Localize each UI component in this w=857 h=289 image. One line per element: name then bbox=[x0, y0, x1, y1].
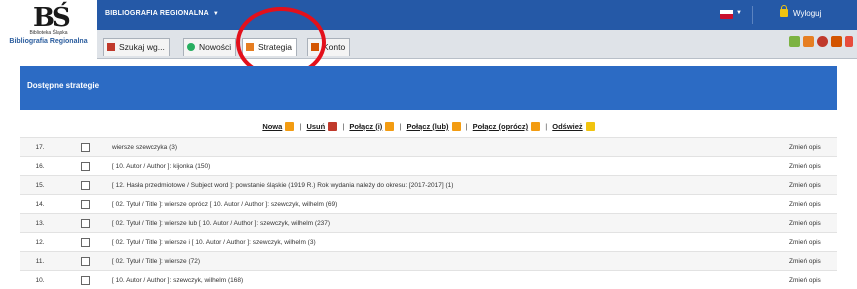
strategy-description: [ 02. Tytuł / Title ]: wiersze oprócz [ … bbox=[110, 195, 785, 214]
row-checkbox[interactable] bbox=[81, 276, 90, 285]
delete-icon[interactable] bbox=[328, 122, 337, 131]
table-row: 16. [ 10. Autor / Author ]: kijonka (150… bbox=[20, 157, 837, 176]
row-number: 14. bbox=[20, 195, 60, 214]
row-checkbox[interactable] bbox=[81, 238, 90, 247]
topbar-divider bbox=[752, 6, 753, 24]
edit-description-link[interactable]: Zmień opis bbox=[789, 258, 821, 265]
app-menu-dropdown[interactable]: BIBLIOGRAFIA REGIONALNA ▼ bbox=[105, 10, 219, 17]
table-row: 10. [ 10. Autor / Author ]: szewczyk, wi… bbox=[20, 271, 837, 289]
separator: | bbox=[299, 122, 301, 131]
library-logo-icon: BŚ bbox=[33, 6, 65, 30]
row-number: 13. bbox=[20, 214, 60, 233]
table-row: 13. [ 02. Tytuł / Title ]: wiersze lub [… bbox=[20, 214, 837, 233]
table-row: 14. [ 02. Tytuł / Title ]: wiersze opróc… bbox=[20, 195, 837, 214]
row-checkbox[interactable] bbox=[81, 219, 90, 228]
language-chevron-down-icon[interactable]: ▼ bbox=[736, 10, 742, 16]
row-checkbox[interactable] bbox=[81, 200, 90, 209]
row-number: 15. bbox=[20, 176, 60, 195]
close-icon[interactable] bbox=[845, 36, 853, 47]
table-row: 12. [ 02. Tytuł / Title ]: wiersze i [ 1… bbox=[20, 233, 837, 252]
new-icon[interactable] bbox=[285, 122, 294, 131]
separator: | bbox=[545, 122, 547, 131]
combine-or-icon[interactable] bbox=[452, 122, 461, 131]
edit-description-link[interactable]: Zmień opis bbox=[789, 201, 821, 208]
strategy-icon bbox=[246, 43, 254, 51]
edit-description-link[interactable]: Zmień opis bbox=[789, 277, 821, 284]
strategy-description: [ 02. Tytuł / Title ]: wiersze i [ 10. A… bbox=[110, 233, 785, 252]
row-checkbox[interactable] bbox=[81, 143, 90, 152]
tab-strategy-label: Strategia bbox=[258, 42, 292, 52]
table-row: 17. wiersze szewczyka (3) Zmień opis bbox=[20, 138, 837, 157]
account-icon bbox=[311, 43, 319, 51]
panel-title: Dostępne strategie bbox=[27, 81, 99, 90]
row-checkbox[interactable] bbox=[81, 257, 90, 266]
separator: | bbox=[399, 122, 401, 131]
combine-and-icon[interactable] bbox=[385, 122, 394, 131]
new-strategy-link[interactable]: Nowa bbox=[262, 122, 282, 131]
strategy-description: wiersze szewczyka (3) bbox=[110, 138, 785, 157]
edit-description-link[interactable]: Zmień opis bbox=[789, 220, 821, 227]
separator: | bbox=[466, 122, 468, 131]
logout-button[interactable]: Wyloguj bbox=[780, 8, 821, 18]
row-checkbox[interactable] bbox=[81, 181, 90, 190]
edit-description-link[interactable]: Zmień opis bbox=[789, 163, 821, 170]
combine-not-icon[interactable] bbox=[531, 122, 540, 131]
combine-or-link[interactable]: Połącz (lub) bbox=[406, 122, 448, 131]
strategy-description: [ 10. Autor / Author ]: kijonka (150) bbox=[110, 157, 785, 176]
combine-and-link[interactable]: Połącz (i) bbox=[349, 122, 382, 131]
strategy-description: [ 02. Tytuł / Title ]: wiersze lub [ 10.… bbox=[110, 214, 785, 233]
tab-strategy[interactable]: Strategia bbox=[242, 38, 297, 56]
row-checkbox[interactable] bbox=[81, 162, 90, 171]
language-flag-icon[interactable] bbox=[720, 10, 733, 19]
separator: | bbox=[342, 122, 344, 131]
row-number: 17. bbox=[20, 138, 60, 157]
settings-icon[interactable] bbox=[831, 36, 842, 47]
search-books-icon bbox=[107, 43, 115, 51]
chevron-down-icon: ▼ bbox=[213, 11, 219, 17]
row-number: 12. bbox=[20, 233, 60, 252]
tab-bar: Szukaj wg... Nowości Strategia Konto bbox=[97, 30, 857, 59]
strategy-actions: Nowa | Usuń | Połącz (i) | Połącz (lub) … bbox=[20, 122, 837, 131]
tab-search-label: Szukaj wg... bbox=[119, 42, 165, 52]
lock-icon bbox=[780, 9, 788, 17]
table-row: 15. [ 12. Hasła przedmiotowe / Subject w… bbox=[20, 176, 837, 195]
strategy-table: 17. wiersze szewczyka (3) Zmień opis 16.… bbox=[20, 137, 837, 289]
new-items-icon bbox=[187, 43, 195, 51]
refresh-link[interactable]: Odśwież bbox=[552, 122, 582, 131]
strategy-description: [ 10. Autor / Author ]: szewczyk, wilhel… bbox=[110, 271, 785, 289]
tab-account[interactable]: Konto bbox=[307, 38, 350, 56]
refresh-icon[interactable] bbox=[586, 122, 595, 131]
top-navigation-bar: BIBLIOGRAFIA REGIONALNA ▼ ▼ Wyloguj bbox=[97, 0, 857, 30]
tab-search[interactable]: Szukaj wg... bbox=[103, 38, 170, 56]
tab-new-items[interactable]: Nowości bbox=[183, 38, 236, 56]
row-number: 10. bbox=[20, 271, 60, 289]
strategies-panel: Dostępne strategie Nowa | Usuń | Połącz … bbox=[20, 66, 837, 287]
tab-new-items-label: Nowości bbox=[199, 42, 231, 52]
edit-description-link[interactable]: Zmień opis bbox=[789, 144, 821, 151]
help-icon[interactable] bbox=[817, 36, 828, 47]
strategy-description: [ 02. Tytuł / Title ]: wiersze (72) bbox=[110, 252, 785, 271]
logo[interactable]: BŚ Biblioteka Śląska Bibliografia Region… bbox=[0, 0, 97, 58]
table-row: 11. [ 02. Tytuł / Title ]: wiersze (72) … bbox=[20, 252, 837, 271]
app-menu-label: BIBLIOGRAFIA REGIONALNA bbox=[105, 10, 209, 17]
tab-account-label: Konto bbox=[323, 42, 345, 52]
edit-description-link[interactable]: Zmień opis bbox=[789, 182, 821, 189]
logo-title: Bibliografia Regionalna bbox=[0, 38, 97, 45]
export-icon[interactable] bbox=[803, 36, 814, 47]
panel-header: Dostępne strategie bbox=[20, 66, 837, 110]
delete-strategy-link[interactable]: Usuń bbox=[306, 122, 325, 131]
edit-description-link[interactable]: Zmień opis bbox=[789, 239, 821, 246]
strategy-description: [ 12. Hasła przedmiotowe / Subject word … bbox=[110, 176, 785, 195]
logo-subtitle: Biblioteka Śląska bbox=[0, 30, 97, 36]
logout-label: Wyloguj bbox=[793, 9, 821, 18]
row-number: 16. bbox=[20, 157, 60, 176]
combine-not-link[interactable]: Połącz (oprócz) bbox=[473, 122, 528, 131]
row-number: 11. bbox=[20, 252, 60, 271]
print-icon[interactable] bbox=[789, 36, 800, 47]
